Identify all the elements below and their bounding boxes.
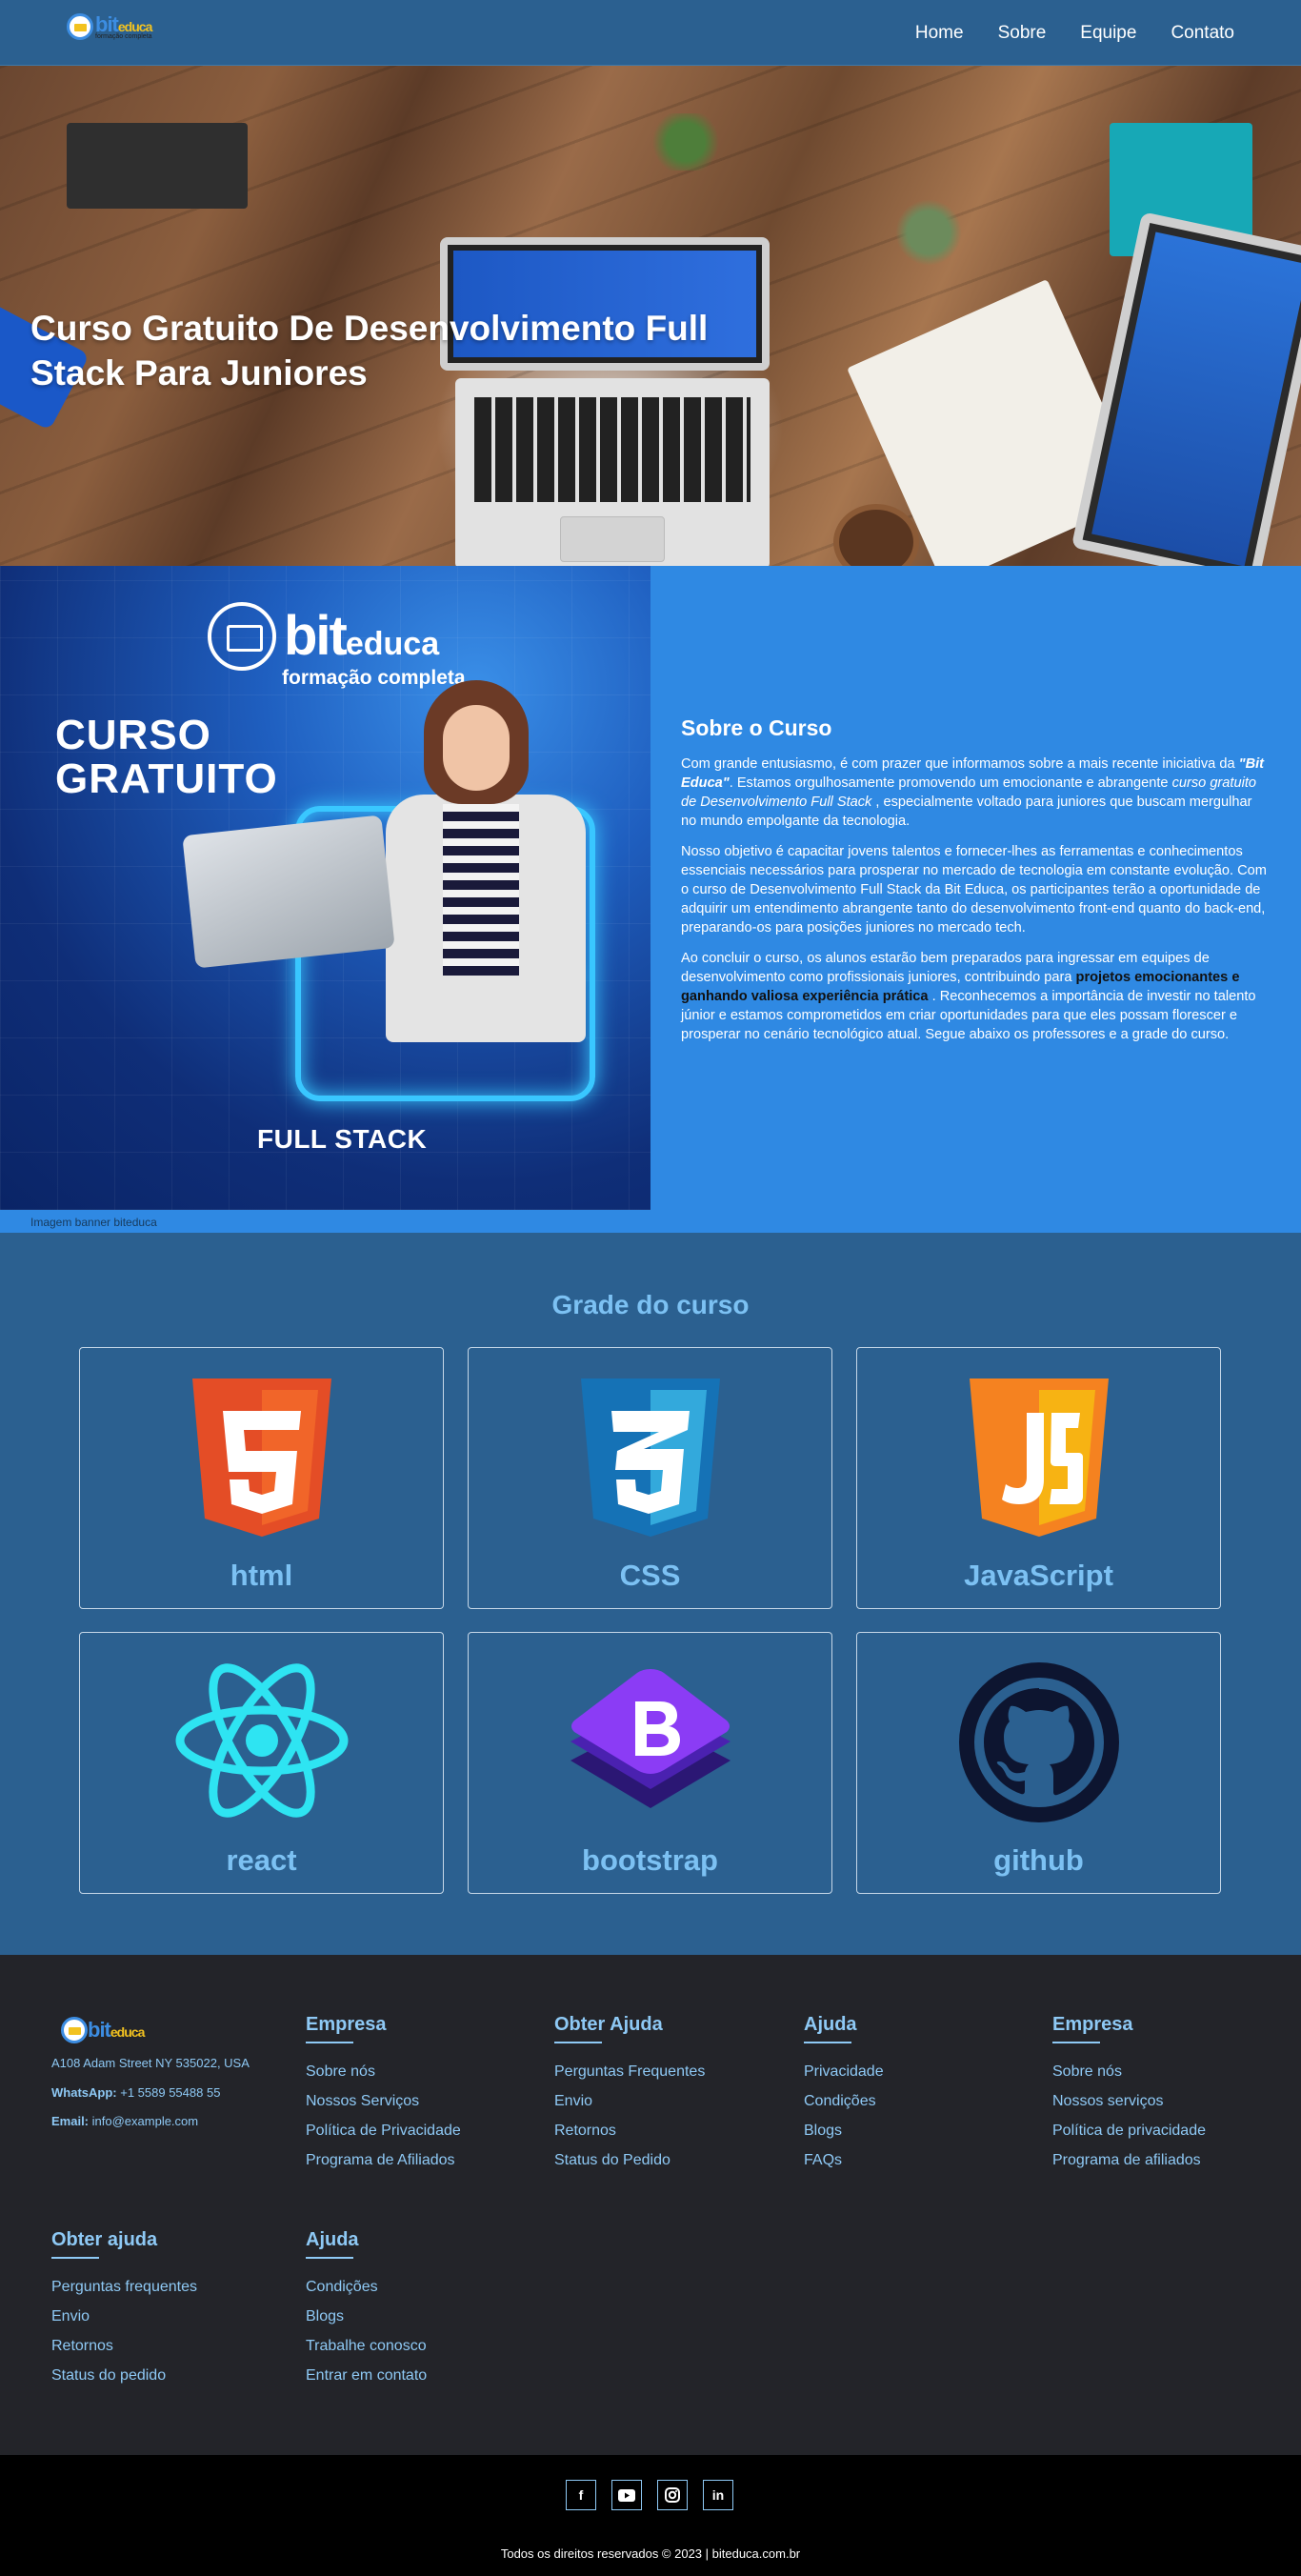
about-paragraph-1: Com grande entusiasmo, é com prazer que …: [681, 756, 1265, 829]
banner-full-stack-label: FULL STACK: [257, 1124, 428, 1154]
course-card-label: react: [226, 1843, 297, 1877]
course-card-label: CSS: [619, 1559, 681, 1592]
about-paragraph-3: Ao concluir o curso, os alunos estarão b…: [681, 951, 1256, 1042]
footer-address: A108 Adam Street NY 535022, USA: [51, 2056, 250, 2070]
footer-link[interactable]: Retornos: [554, 2116, 773, 2145]
footer-link[interactable]: Nossos Serviços: [306, 2086, 525, 2116]
navbar: biteduca formação completa Home Sobre Eq…: [0, 0, 1301, 66]
course-banner-image: biteduca formação completa CURSO GRATUIT…: [0, 566, 650, 1210]
about-section: biteduca formação completa CURSO GRATUIT…: [0, 566, 1301, 1233]
banner-course-text: CURSO GRATUITO: [55, 712, 278, 802]
hero-photo-laptop: [1071, 211, 1301, 566]
nav-link-home[interactable]: Home: [915, 23, 964, 44]
footer-link[interactable]: Envio: [51, 2302, 270, 2331]
footer-link[interactable]: Programa de afiliados: [1052, 2145, 1271, 2175]
footer-column: Obter ajuda Perguntas frequentes Envio R…: [51, 2229, 270, 2390]
course-card-html[interactable]: html: [79, 1347, 444, 1609]
footer-link[interactable]: Perguntas frequentes: [51, 2272, 270, 2302]
footer-column: Empresa Sobre nós Nossos serviços Políti…: [1052, 2014, 1271, 2175]
about-heading: Sobre o Curso: [681, 715, 832, 740]
logo-tagline: formação completa: [95, 32, 152, 40]
youtube-icon[interactable]: [611, 2480, 642, 2510]
course-card-github[interactable]: github: [856, 1632, 1221, 1894]
footer-column: Ajuda Condições Blogs Trabalhe conosco E…: [306, 2229, 525, 2390]
footer-link[interactable]: Programa de Afiliados: [306, 2145, 525, 2175]
footer-link[interactable]: FAQs: [804, 2145, 1023, 2175]
footer-link[interactable]: Envio: [554, 2086, 773, 2116]
linkedin-icon[interactable]: in: [703, 2480, 733, 2510]
react-icon: [175, 1663, 348, 1818]
banner-laptop: [182, 815, 395, 969]
footer-link[interactable]: Condições: [804, 2086, 1023, 2116]
footer-column: Ajuda Privacidade Condições Blogs FAQs: [804, 2014, 1023, 2175]
footer-link[interactable]: Perguntas Frequentes: [554, 2057, 773, 2086]
course-card-label: JavaScript: [964, 1559, 1113, 1592]
footer-link[interactable]: Status do pedido: [51, 2361, 270, 2390]
banner-caption: Imagem banner biteduca: [30, 1216, 157, 1229]
nav-link-contato[interactable]: Contato: [1171, 23, 1234, 44]
hero-photo-plant: [895, 199, 962, 266]
course-card-label: html: [230, 1559, 293, 1592]
course-card-label: github: [993, 1843, 1084, 1877]
github-icon: [958, 1662, 1119, 1822]
footer-column: Obter Ajuda Perguntas Frequentes Envio R…: [554, 2014, 773, 2175]
hero-title: Curso Gratuito De Desenvolvimento Full S…: [30, 309, 709, 392]
footer-email: Email: info@example.com: [51, 2114, 199, 2128]
hero-photo-plant: [648, 113, 724, 171]
nav-link-sobre[interactable]: Sobre: [998, 23, 1047, 44]
footer-link[interactable]: Sobre nós: [306, 2057, 525, 2086]
facebook-icon[interactable]: f: [566, 2480, 596, 2510]
footer-link[interactable]: Entrar em contato: [306, 2361, 525, 2390]
course-card-label: bootstrap: [582, 1843, 718, 1877]
footer-link[interactable]: Status do Pedido: [554, 2145, 773, 2175]
footer-link[interactable]: Sobre nós: [1052, 2057, 1271, 2086]
course-card-bootstrap[interactable]: bootstrap: [468, 1632, 832, 1894]
footer-link[interactable]: Retornos: [51, 2331, 270, 2361]
logo-word-b: educa: [117, 18, 152, 34]
footer-link[interactable]: Blogs: [306, 2302, 525, 2331]
site-logo[interactable]: biteduca formação completa: [67, 13, 152, 40]
banner-logo-icon: [208, 602, 276, 671]
hero-photo-mug: [833, 504, 919, 566]
banner-person: [376, 680, 595, 1128]
bootstrap-icon: [570, 1669, 731, 1808]
banner-logo-word-b: educa: [345, 626, 440, 662]
grade-title: Grade do curso: [551, 1290, 750, 1319]
footer-logo[interactable]: biteduca: [61, 2017, 145, 2043]
copyright: Todos os direitos reservados © 2023 | bi…: [500, 2546, 801, 2561]
hero-photo-box: [67, 123, 248, 209]
about-text: Sobre o Curso Com grande entusiasmo, é c…: [681, 715, 1270, 1056]
hero-section: Curso Gratuito De Desenvolvimento Full S…: [0, 66, 1301, 566]
html5-icon: [191, 1379, 331, 1537]
course-card-javascript[interactable]: JavaScript: [856, 1347, 1221, 1609]
nav-link-equipe[interactable]: Equipe: [1080, 23, 1136, 44]
footer-whatsapp: WhatsApp: +1 5589 55488 55: [51, 2085, 221, 2100]
instagram-icon[interactable]: [657, 2480, 688, 2510]
footer-link[interactable]: Condições: [306, 2272, 525, 2302]
footer-link[interactable]: Privacidade: [804, 2057, 1023, 2086]
footer-link[interactable]: Trabalhe conosco: [306, 2331, 525, 2361]
css3-icon: [580, 1379, 720, 1537]
footer-link[interactable]: Blogs: [804, 2116, 1023, 2145]
hero-photo-keyboard: [455, 378, 770, 566]
footer-link[interactable]: Política de privacidade: [1052, 2116, 1271, 2145]
footer-link[interactable]: Política de Privacidade: [306, 2116, 525, 2145]
footer-link[interactable]: Nossos serviços: [1052, 2086, 1271, 2116]
course-card-css[interactable]: CSS: [468, 1347, 832, 1609]
logo-icon: [61, 2017, 88, 2043]
footer: biteduca A108 Adam Street NY 535022, USA…: [0, 1955, 1301, 2455]
about-paragraph-2: Nosso objetivo é capacitar jovens talent…: [681, 844, 1267, 936]
banner-logo-word-a: bit: [284, 605, 348, 667]
footer-column: Empresa Sobre nós Nossos Serviços Políti…: [306, 2014, 525, 2175]
social-links: f in: [566, 2480, 733, 2510]
footer-bottom-bar: f in Todos os direitos reservados © 2023…: [0, 2455, 1301, 2576]
javascript-icon: [969, 1379, 1109, 1537]
logo-icon: [67, 13, 93, 40]
course-card-react[interactable]: react: [79, 1632, 444, 1894]
nav-links: Home Sobre Equipe Contato: [915, 0, 1234, 66]
